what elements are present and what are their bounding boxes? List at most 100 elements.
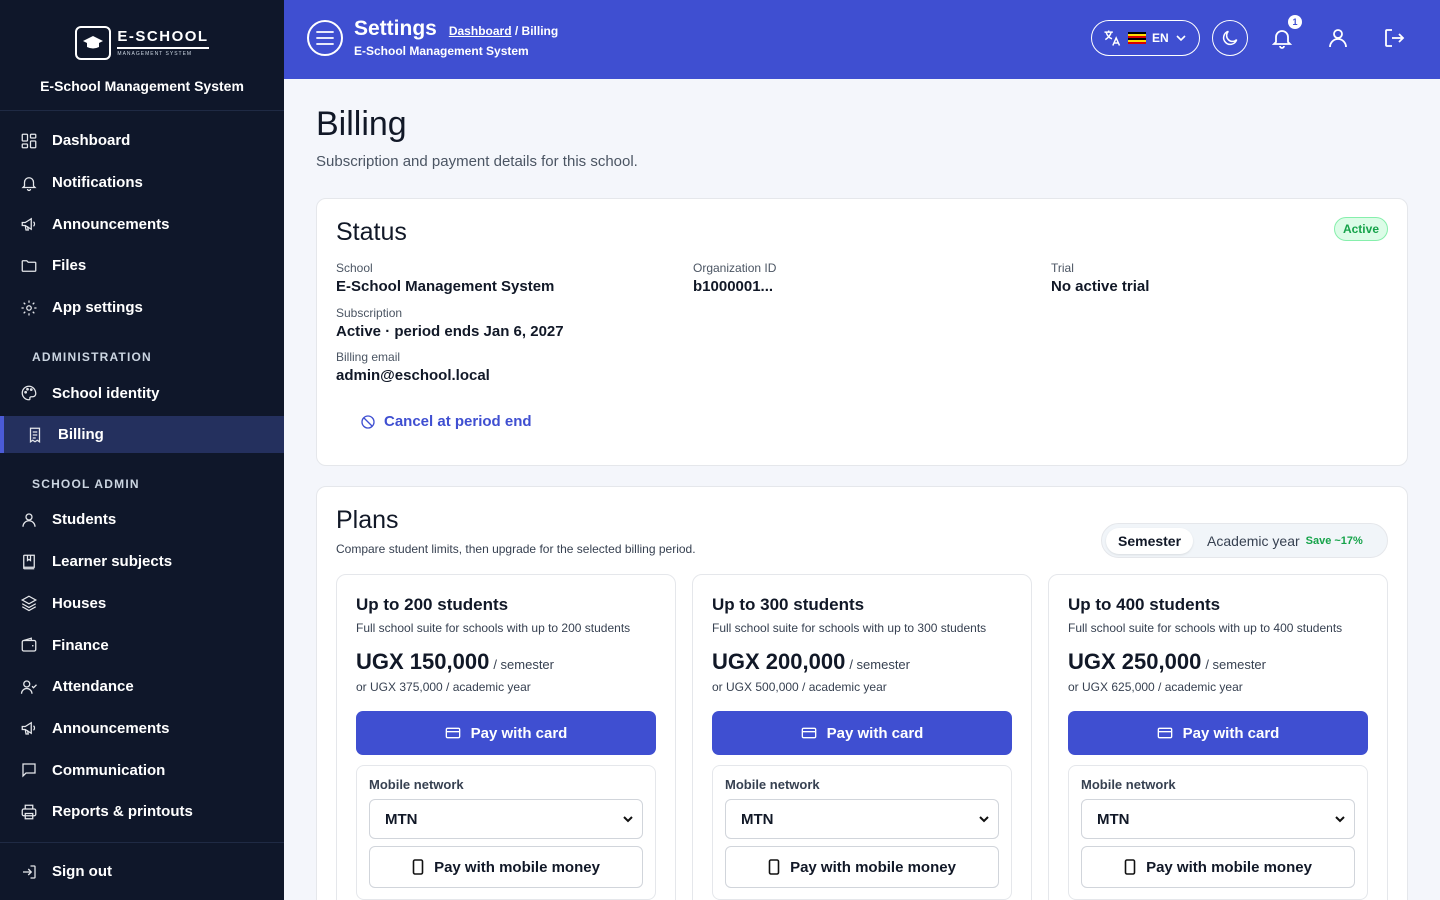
pay-with-card-button[interactable]: Pay with card [356, 711, 656, 755]
sidebar-item-label: App settings [52, 299, 143, 317]
printer-icon [21, 804, 37, 820]
phone-icon [412, 859, 424, 875]
sidebar-item-announcements-school[interactable]: Announcements [0, 708, 284, 750]
sidebar-item-attendance[interactable]: Attendance [0, 666, 284, 708]
main-content: Billing Subscription and payment details… [284, 79, 1440, 900]
hamburger-icon [316, 31, 334, 45]
credit-card-icon [445, 727, 460, 739]
plan-name: Up to 200 students [356, 595, 509, 614]
chevron-down-icon [1176, 35, 1186, 42]
logo-sub-text: MANAGEMENT SYSTEM [117, 51, 193, 57]
billing-period-toggle: Semester Academic year Save ~17% [1101, 523, 1388, 558]
mobile-money-box: Mobile network MTN Pay with mobile money [712, 765, 1012, 900]
organization-label: Organization ID [693, 261, 777, 275]
sidebar-item-label: Notifications [52, 174, 143, 192]
phone-icon [1124, 859, 1136, 875]
breadcrumb: Dashboard / Billing [449, 24, 558, 38]
sidebar-item-label: Houses [52, 594, 107, 612]
billing-email-value: admin@eschool.local [336, 367, 490, 384]
graduation-cap-icon [75, 26, 112, 60]
status-badge: Active [1333, 217, 1388, 241]
translate-icon [1104, 30, 1121, 46]
school-value: E-School Management System [336, 278, 555, 295]
sidebar-item-school-identity[interactable]: School identity [0, 372, 284, 414]
sidebar-item-communication[interactable]: Communication [0, 749, 284, 791]
pay-card-label: Pay with card [826, 724, 924, 742]
pay-with-mobile-money-button[interactable]: Pay with mobile money [725, 846, 999, 888]
sidebar-item-label: Attendance [52, 678, 134, 696]
trial-value: No active trial [1051, 278, 1150, 295]
pay-with-mobile-money-button[interactable]: Pay with mobile money [1081, 846, 1355, 888]
mobile-network-value: MTN [1097, 810, 1130, 828]
section-administration: ADMINISTRATION [32, 350, 152, 365]
cancel-label: Cancel at period end [384, 413, 532, 430]
user-icon [1329, 29, 1347, 48]
sidebar-item-learner-subjects[interactable]: Learner subjects [0, 541, 284, 583]
sidebar-item-notifications[interactable]: Notifications [0, 162, 284, 204]
wallet-icon [21, 637, 37, 652]
plan-alt-price: or UGX 375,000 / academic year [356, 680, 531, 694]
sidebar-footer: Sign out [0, 842, 284, 900]
plan-price: UGX 200,000 / semester [712, 649, 910, 675]
sidebar-item-houses[interactable]: Houses [0, 583, 284, 625]
subscription-field: Subscription Active · period ends Jan 6,… [336, 306, 564, 340]
toggle-semester[interactable]: Semester [1106, 527, 1194, 554]
mobile-network-select[interactable]: MTN [1081, 799, 1355, 839]
plan-card: Up to 300 students Full school suite for… [692, 574, 1032, 900]
section-school-admin: SCHOOL ADMIN [32, 477, 140, 492]
sidebar-item-reports[interactable]: Reports & printouts [0, 791, 284, 833]
chevron-down-icon [623, 816, 633, 823]
mobile-network-select[interactable]: MTN [725, 799, 999, 839]
sign-out-button[interactable]: Sign out [0, 851, 112, 893]
sidebar-item-dashboard[interactable]: Dashboard [0, 120, 284, 162]
plan-alt-price: or UGX 500,000 / academic year [712, 680, 887, 694]
organization-value: b1000001... [693, 278, 774, 295]
plan-description: Full school suite for schools with up to… [712, 621, 987, 635]
book-icon [23, 554, 35, 570]
pay-card-label: Pay with card [470, 724, 568, 742]
breadcrumb-dashboard-link[interactable]: Dashboard [449, 24, 512, 38]
sidebar: E-SCHOOL MANAGEMENT SYSTEM E-School Mana… [0, 0, 284, 900]
sidebar-item-app-settings[interactable]: App settings [0, 287, 284, 329]
header-subtitle: E-School Management System [354, 44, 529, 58]
sidebar-item-finance[interactable]: Finance [0, 624, 284, 666]
pay-with-card-button[interactable]: Pay with card [1068, 711, 1368, 755]
trial-field: Trial No active trial [1051, 261, 1149, 295]
plan-price-period: / semester [849, 657, 910, 672]
top-bar: Settings Dashboard / Billing E-School Ma… [284, 0, 1440, 79]
breadcrumb-current: Billing [521, 24, 559, 38]
logo[interactable]: E-SCHOOL MANAGEMENT SYSTEM [75, 26, 209, 60]
theme-toggle-button[interactable] [1212, 20, 1248, 56]
language-code: EN [1152, 31, 1169, 45]
logout-button[interactable] [1380, 24, 1408, 52]
plans-heading: Plans [336, 506, 399, 534]
user-check-icon [20, 680, 37, 694]
pay-with-mobile-money-button[interactable]: Pay with mobile money [369, 846, 643, 888]
pay-mobile-label: Pay with mobile money [1146, 858, 1312, 876]
sidebar-item-files[interactable]: Files [0, 245, 284, 287]
sidebar-item-billing[interactable]: Billing [0, 416, 284, 454]
profile-button[interactable] [1324, 24, 1352, 52]
sidebar-item-announcements[interactable]: Announcements [0, 203, 284, 245]
school-field: School E-School Management System [336, 261, 554, 295]
plan-price-amount: UGX 200,000 [712, 649, 846, 674]
mobile-network-select[interactable]: MTN [369, 799, 643, 839]
menu-toggle-button[interactable] [307, 20, 343, 56]
mobile-network-value: MTN [385, 810, 418, 828]
header-title: Settings [354, 17, 437, 40]
language-selector[interactable]: EN [1091, 20, 1200, 56]
page-subtitle: Subscription and payment details for thi… [316, 153, 638, 170]
toggle-academic-year[interactable]: Academic year [1193, 528, 1306, 554]
sidebar-item-label: Dashboard [52, 132, 131, 150]
sidebar-item-students[interactable]: Students [0, 499, 284, 541]
credit-card-icon [1157, 727, 1172, 739]
pay-card-label: Pay with card [1182, 724, 1280, 742]
plans-card: Plans Compare student limits, then upgra… [316, 486, 1408, 900]
pay-with-card-button[interactable]: Pay with card [712, 711, 1012, 755]
school-label: School [336, 261, 373, 275]
dashboard-icon [21, 133, 37, 149]
user-icon [22, 513, 36, 527]
cancel-at-period-end-button[interactable]: Cancel at period end [360, 413, 532, 430]
notifications-button[interactable]: 1 [1268, 15, 1302, 52]
pay-mobile-label: Pay with mobile money [790, 858, 956, 876]
